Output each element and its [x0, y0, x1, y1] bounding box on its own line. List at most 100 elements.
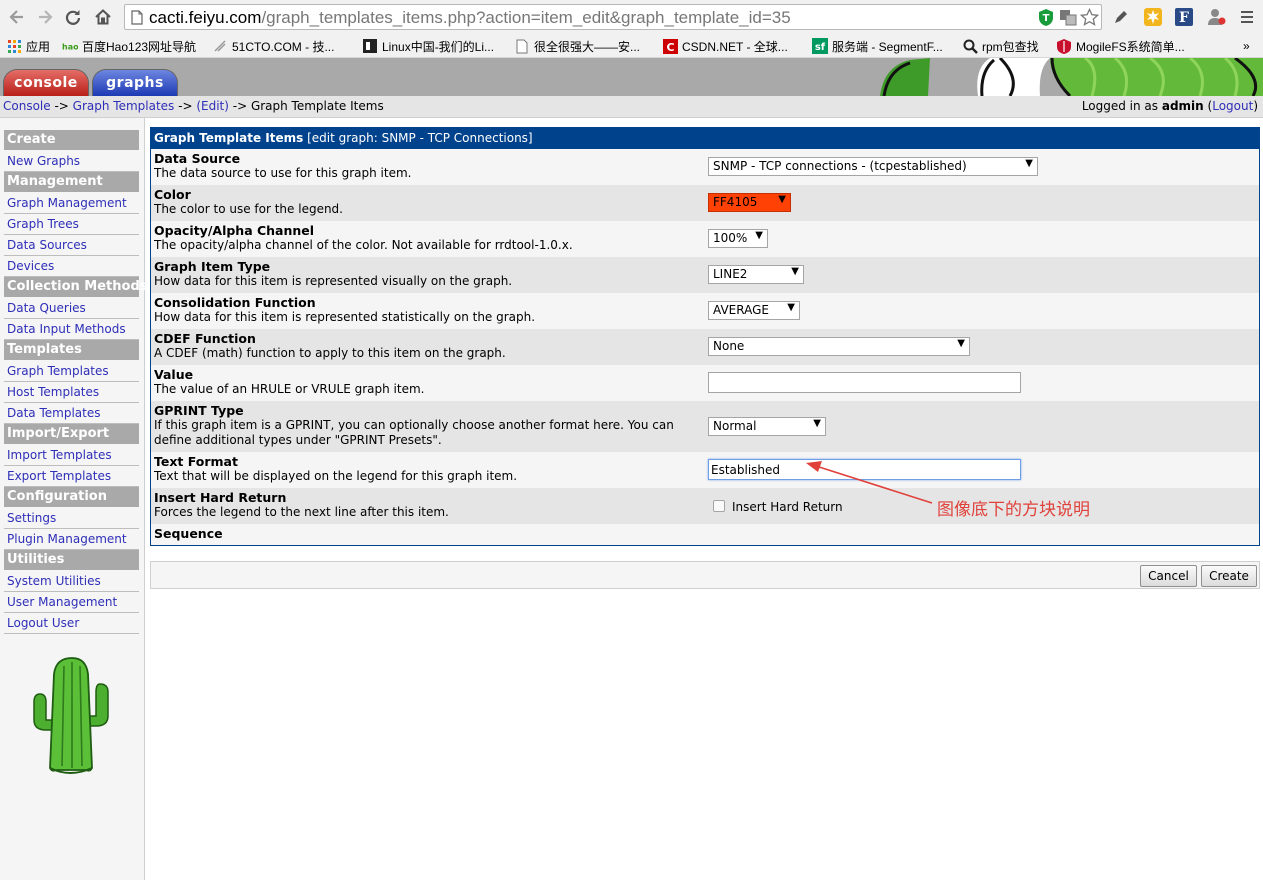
- sidebar-item-data-input-methods[interactable]: Data Input Methods: [4, 319, 139, 340]
- apps-grid-icon: [6, 38, 22, 54]
- sidebar-item-logout-user[interactable]: Logout User: [4, 613, 139, 634]
- bookmark-label: 应用: [26, 39, 51, 54]
- sidebar-item-settings[interactable]: Settings: [4, 508, 139, 529]
- translate-icon[interactable]: [1059, 8, 1077, 26]
- reload-button[interactable]: [62, 6, 84, 28]
- login-close: ): [1253, 99, 1258, 113]
- sidebar-item-devices[interactable]: Devices: [4, 256, 139, 277]
- back-button[interactable]: [6, 6, 28, 28]
- extension-f-button[interactable]: F: [1173, 6, 1195, 28]
- extension-pen-button[interactable]: [1110, 6, 1132, 28]
- dropdown-arrow-icon: ▼: [813, 418, 821, 429]
- bookmark-label: 百度Hao123网址导航: [82, 39, 197, 54]
- tab-graphs-label: graphs: [106, 75, 164, 91]
- url-path: /graph_templates_items.php?action=item_e…: [261, 8, 791, 27]
- bookmarks-overflow-button[interactable]: »: [1243, 37, 1250, 55]
- sidebar-item-data-templates[interactable]: Data Templates: [4, 403, 139, 424]
- item-type-select[interactable]: LINE2 ▼: [708, 265, 804, 284]
- csdn-icon: C: [662, 38, 678, 54]
- svg-text:sf: sf: [815, 42, 826, 53]
- tab-console-label: console: [14, 75, 78, 91]
- sidebar-item-data-sources[interactable]: Data Sources: [4, 235, 139, 256]
- tab-graphs[interactable]: graphs: [92, 69, 178, 96]
- sidebar-item-plugin-management[interactable]: Plugin Management: [4, 529, 139, 550]
- bookmark-csdn[interactable]: C CSDN.NET - 全球...: [662, 37, 788, 55]
- bookmark-label: rpm包查找: [982, 39, 1039, 54]
- sidebar-item-new-graphs[interactable]: New Graphs: [4, 151, 139, 172]
- form-title-bold: Graph Template Items: [154, 131, 304, 145]
- linux-china-icon: [362, 38, 378, 54]
- hard-return-checkbox[interactable]: [713, 500, 725, 512]
- extension-burst-button[interactable]: [1142, 6, 1164, 28]
- text-format-title: Text Format: [154, 454, 238, 469]
- shield-extension-icon[interactable]: T: [1037, 8, 1055, 27]
- bookmark-51cto[interactable]: 51CTO.COM - 技...: [212, 37, 334, 55]
- sidebar-item-host-templates[interactable]: Host Templates: [4, 382, 139, 403]
- bookmark-linux-china[interactable]: Linux中国-我们的Li...: [362, 37, 494, 55]
- extension-translate-button[interactable]: [1206, 6, 1228, 28]
- row-graph-item-type: Graph Item Type How data for this item is…: [151, 257, 1259, 293]
- burst-icon: [1144, 8, 1162, 26]
- consolidation-select[interactable]: AVERAGE ▼: [708, 301, 800, 320]
- sidebar-item-graph-management[interactable]: Graph Management: [4, 193, 139, 214]
- bookmark-apps[interactable]: 应用: [6, 37, 50, 55]
- value-input[interactable]: [708, 372, 1021, 393]
- bookmark-mogilefs[interactable]: MogileFS系统简单...: [1056, 37, 1185, 55]
- sidebar-item-import-templates[interactable]: Import Templates: [4, 445, 139, 466]
- gprint-value: Normal: [713, 419, 757, 433]
- data-source-desc: The data source to use for this graph it…: [154, 166, 412, 180]
- bookmark-hen-quan[interactable]: 很全很强大——安...: [514, 37, 640, 55]
- hao123-icon: hao: [62, 38, 78, 54]
- opacity-select[interactable]: 100% ▼: [708, 229, 768, 248]
- menu-header-collection-methods: Collection Methods: [4, 277, 148, 297]
- dropdown-arrow-icon: ▼: [1025, 158, 1033, 169]
- browser-menu-button[interactable]: [1236, 6, 1258, 28]
- cactus-banner-image: [880, 58, 1263, 96]
- sidebar-item-system-utilities[interactable]: System Utilities: [4, 571, 139, 592]
- row-cdef-function: CDEF Function A CDEF (math) function to a…: [151, 329, 1259, 365]
- bookmark-segmentfault[interactable]: sf 服务端 - SegmentF...: [812, 37, 943, 55]
- dropdown-arrow-icon: ▼: [787, 302, 795, 313]
- cdef-title: CDEF Function: [154, 331, 256, 346]
- bookmark-hao123[interactable]: hao 百度Hao123网址导航: [62, 37, 196, 55]
- hard-return-checkbox-label[interactable]: Insert Hard Return: [732, 500, 843, 514]
- row-color: Color The color to use for the legend. FF…: [151, 185, 1259, 221]
- sidebar-item-graph-templates[interactable]: Graph Templates: [4, 361, 139, 382]
- sidebar-item-graph-trees[interactable]: Graph Trees: [4, 214, 139, 235]
- value-desc: The value of an HRULE or VRULE graph ite…: [154, 382, 425, 396]
- cdef-select[interactable]: None ▼: [708, 337, 970, 356]
- row-sequence: Sequence: [151, 524, 1259, 545]
- login-user: admin: [1161, 99, 1204, 113]
- text-format-input[interactable]: Established: [708, 459, 1021, 480]
- sidebar-item-data-queries[interactable]: Data Queries: [4, 298, 139, 319]
- bookmark-label: MogileFS系统简单...: [1076, 39, 1185, 54]
- sidebar-item-export-templates[interactable]: Export Templates: [4, 466, 139, 487]
- bookmark-rpm[interactable]: rpm包查找: [962, 37, 1039, 55]
- breadcrumb-graph-templates-link[interactable]: Graph Templates: [73, 99, 175, 113]
- create-button[interactable]: Create: [1201, 565, 1257, 587]
- logout-link[interactable]: Logout: [1212, 99, 1253, 113]
- page-icon: [131, 10, 143, 25]
- forward-button[interactable]: [34, 6, 56, 28]
- color-select[interactable]: FF4105 ▼: [708, 193, 791, 212]
- gprint-select[interactable]: Normal ▼: [708, 417, 826, 436]
- sidebar-item-user-management[interactable]: User Management: [4, 592, 139, 613]
- address-bar[interactable]: cacti.feiyu.com/graph_templates_items.ph…: [124, 4, 1102, 30]
- forward-arrow-icon: [39, 10, 53, 24]
- breadcrumb-console-link[interactable]: Console: [3, 99, 51, 113]
- row-insert-hard-return: Insert Hard Return Forces the legend to t…: [151, 488, 1259, 524]
- opacity-title: Opacity/Alpha Channel: [154, 223, 315, 238]
- 51cto-icon: [212, 38, 228, 54]
- data-source-select[interactable]: SNMP - TCP connections - (tcpestablished…: [708, 157, 1038, 176]
- breadcrumb-edit-link[interactable]: (Edit): [196, 99, 229, 113]
- consolidation-title: Consolidation Function: [154, 295, 316, 310]
- cdef-desc: A CDEF (math) function to apply to this …: [154, 346, 506, 360]
- login-prefix: Logged in as: [1081, 99, 1162, 113]
- consolidation-value: AVERAGE: [713, 303, 769, 317]
- home-icon: [95, 9, 111, 25]
- tab-console[interactable]: console: [3, 69, 89, 96]
- cancel-button[interactable]: Cancel: [1140, 565, 1197, 587]
- dropdown-arrow-icon: ▼: [755, 230, 763, 241]
- bookmark-star-icon[interactable]: [1080, 8, 1099, 27]
- home-button[interactable]: [92, 6, 114, 28]
